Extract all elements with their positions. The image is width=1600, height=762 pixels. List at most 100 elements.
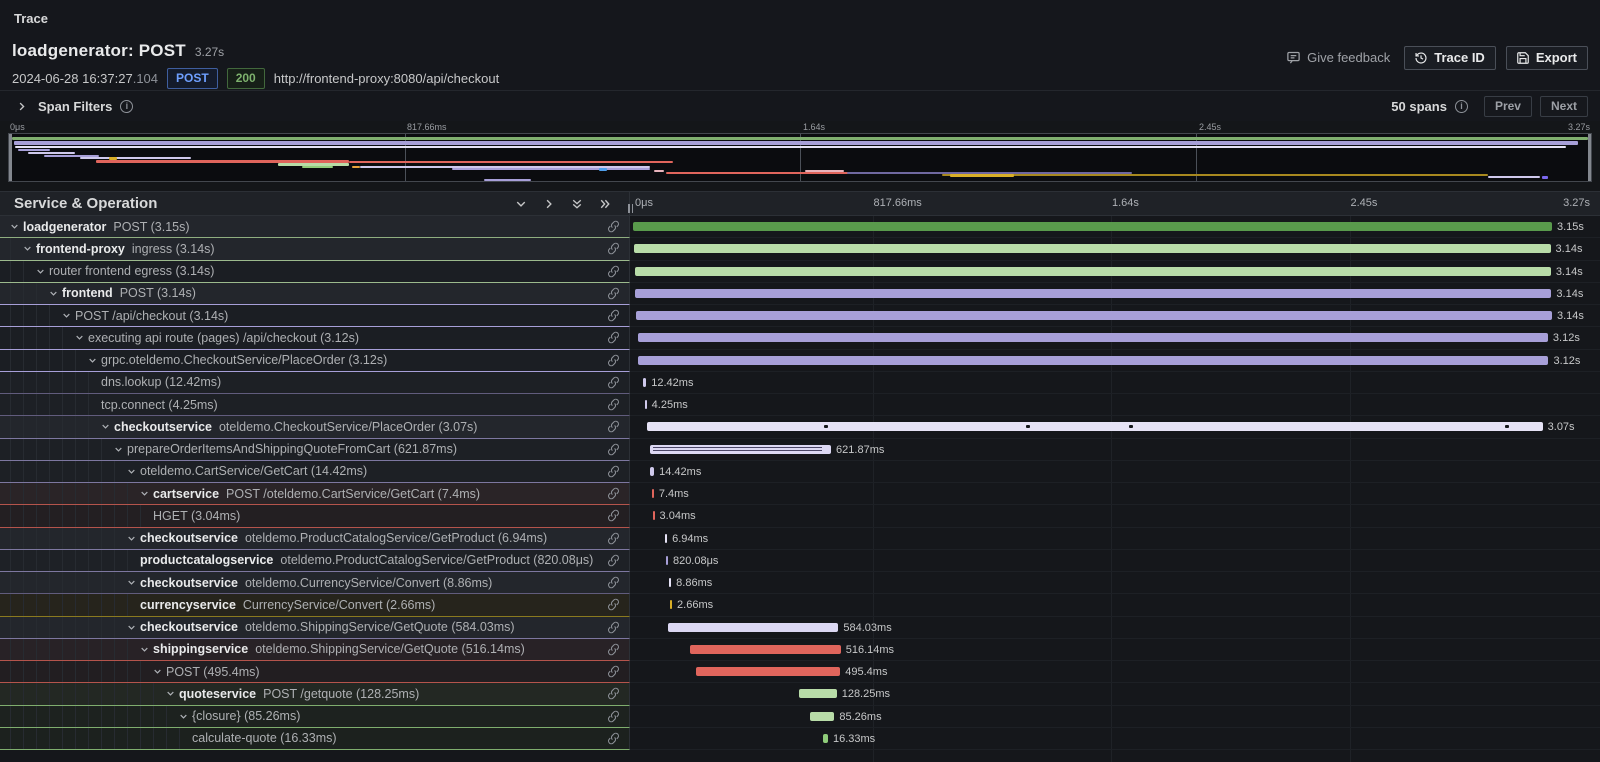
- span-filters-expander chevron-right-icon[interactable]: [16, 101, 27, 112]
- span-link-icon chain-link-icon[interactable]: [607, 309, 620, 327]
- span-bar[interactable]: [636, 311, 1552, 320]
- row-expander chevron-down-icon[interactable]: [88, 356, 101, 365]
- span-link-icon chain-link-icon[interactable]: [607, 465, 620, 483]
- span-row-label[interactable]: checkoutserviceoteldemo.CurrencyService/…: [0, 572, 630, 594]
- span-link-icon chain-link-icon[interactable]: [607, 509, 620, 527]
- span-bar[interactable]: [647, 422, 1543, 431]
- expand-one-icon chevron-right-icon[interactable]: [543, 198, 555, 210]
- span-row-label[interactable]: frontendPOST (3.14s): [0, 283, 630, 305]
- span-bar[interactable]: [635, 267, 1551, 276]
- minimap-drag-handle[interactable]: [9, 134, 12, 181]
- trace-id-button[interactable]: Trace ID: [1404, 46, 1496, 70]
- row-expander chevron-down-icon[interactable]: [10, 222, 23, 231]
- span-link-icon chain-link-icon[interactable]: [607, 443, 620, 461]
- trace-minimap[interactable]: [8, 133, 1592, 182]
- span-row-label[interactable]: cartservicePOST /oteldemo.CartService/Ge…: [0, 483, 630, 505]
- row-expander chevron-down-icon[interactable]: [140, 645, 153, 654]
- span-link-icon chain-link-icon[interactable]: [607, 398, 620, 416]
- span-bar[interactable]: [634, 244, 1550, 253]
- span-bar[interactable]: [668, 623, 838, 632]
- span-link-icon chain-link-icon[interactable]: [607, 420, 620, 438]
- span-bar[interactable]: [645, 400, 647, 409]
- span-row-label[interactable]: currencyserviceCurrencyService/Convert (…: [0, 594, 630, 616]
- span-bar[interactable]: [799, 689, 836, 698]
- row-expander chevron-down-icon[interactable]: [49, 289, 62, 298]
- span-row-label[interactable]: dns.lookup (12.42ms): [0, 372, 630, 394]
- next-span-button[interactable]: Next: [1540, 96, 1588, 117]
- span-link-icon chain-link-icon[interactable]: [607, 532, 620, 550]
- expand-all-icon double-chevron-right-icon[interactable]: [599, 198, 611, 210]
- minimap-drag-handle[interactable]: [1588, 134, 1591, 181]
- span-row-label[interactable]: {closure} (85.26ms): [0, 706, 630, 728]
- span-link-icon chain-link-icon[interactable]: [607, 621, 620, 639]
- span-bar[interactable]: [638, 356, 1548, 365]
- span-link-icon chain-link-icon[interactable]: [607, 598, 620, 616]
- span-bar[interactable]: [635, 289, 1551, 298]
- span-link-icon chain-link-icon[interactable]: [607, 265, 620, 283]
- span-bar[interactable]: [638, 333, 1548, 342]
- span-row-label[interactable]: frontend-proxyingress (3.14s): [0, 238, 630, 260]
- span-link-icon chain-link-icon[interactable]: [607, 710, 620, 728]
- span-link-icon chain-link-icon[interactable]: [607, 331, 620, 349]
- span-row-label[interactable]: checkoutserviceoteldemo.ShippingService/…: [0, 617, 630, 639]
- span-row-label[interactable]: grpc.oteldemo.CheckoutService/PlaceOrder…: [0, 350, 630, 372]
- span-link-icon chain-link-icon[interactable]: [607, 287, 620, 305]
- span-row-label[interactable]: productcatalogserviceoteldemo.ProductCat…: [0, 550, 630, 572]
- span-bar[interactable]: [652, 489, 654, 498]
- span-bar[interactable]: [650, 445, 831, 454]
- column-resize-grip[interactable]: [628, 204, 633, 213]
- span-row-label[interactable]: POST /api/checkout (3.14s): [0, 305, 630, 327]
- span-row-label[interactable]: oteldemo.CartService/GetCart (14.42ms): [0, 461, 630, 483]
- row-expander chevron-down-icon[interactable]: [62, 311, 75, 320]
- span-row-label[interactable]: executing api route (pages) /api/checkou…: [0, 327, 630, 349]
- span-row-label[interactable]: loadgeneratorPOST (3.15s): [0, 216, 630, 238]
- info-icon[interactable]: i: [120, 100, 133, 113]
- collapse-all-icon double-chevron-down-icon[interactable]: [571, 198, 583, 210]
- row-expander chevron-down-icon[interactable]: [153, 667, 166, 676]
- span-link-icon chain-link-icon[interactable]: [607, 665, 620, 683]
- row-expander chevron-down-icon[interactable]: [127, 534, 140, 543]
- span-row-label[interactable]: checkoutserviceoteldemo.CheckoutService/…: [0, 416, 630, 438]
- span-bar[interactable]: [670, 600, 672, 609]
- row-expander chevron-down-icon[interactable]: [101, 422, 114, 431]
- row-expander chevron-down-icon[interactable]: [36, 267, 49, 276]
- span-row-label[interactable]: calculate-quote (16.33ms): [0, 728, 630, 750]
- row-expander chevron-down-icon[interactable]: [166, 689, 179, 698]
- span-row-label[interactable]: router frontend egress (3.14s): [0, 261, 630, 283]
- collapse-one-icon chevron-down-icon[interactable]: [515, 198, 527, 210]
- row-expander chevron-down-icon[interactable]: [23, 244, 36, 253]
- span-bar[interactable]: [653, 511, 655, 520]
- row-expander chevron-down-icon[interactable]: [179, 712, 192, 721]
- row-expander chevron-down-icon[interactable]: [127, 467, 140, 476]
- span-bar[interactable]: [650, 467, 654, 476]
- span-bar[interactable]: [633, 222, 1552, 231]
- prev-span-button[interactable]: Prev: [1484, 96, 1532, 117]
- span-link-icon chain-link-icon[interactable]: [607, 487, 620, 505]
- span-row-label[interactable]: HGET (3.04ms): [0, 505, 630, 527]
- span-link-icon chain-link-icon[interactable]: [607, 242, 620, 260]
- span-row-label[interactable]: tcp.connect (4.25ms): [0, 394, 630, 416]
- row-expander chevron-down-icon[interactable]: [127, 578, 140, 587]
- span-link-icon chain-link-icon[interactable]: [607, 554, 620, 572]
- row-expander chevron-down-icon[interactable]: [114, 445, 127, 454]
- span-link-icon chain-link-icon[interactable]: [607, 576, 620, 594]
- span-row-label[interactable]: POST (495.4ms): [0, 661, 630, 683]
- span-bar[interactable]: [665, 534, 667, 543]
- span-bar[interactable]: [643, 378, 647, 387]
- span-row-label[interactable]: prepareOrderItemsAndShippingQuoteFromCar…: [0, 439, 630, 461]
- span-link-icon chain-link-icon[interactable]: [607, 687, 620, 705]
- span-link-icon chain-link-icon[interactable]: [607, 643, 620, 661]
- give-feedback-link[interactable]: Give feedback: [1286, 46, 1390, 65]
- span-count-info-icon[interactable]: i: [1455, 100, 1468, 113]
- span-bar[interactable]: [690, 645, 841, 654]
- span-row-label[interactable]: checkoutserviceoteldemo.ProductCatalogSe…: [0, 528, 630, 550]
- span-bar[interactable]: [696, 667, 841, 676]
- span-link-icon chain-link-icon[interactable]: [607, 354, 620, 372]
- row-expander chevron-down-icon[interactable]: [127, 623, 140, 632]
- export-button[interactable]: Export: [1506, 46, 1588, 70]
- span-row-label[interactable]: quoteservicePOST /getquote (128.25ms): [0, 683, 630, 705]
- span-bar[interactable]: [823, 734, 828, 743]
- span-link-icon chain-link-icon[interactable]: [607, 376, 620, 394]
- span-link-icon chain-link-icon[interactable]: [607, 220, 620, 238]
- row-expander chevron-down-icon[interactable]: [75, 333, 88, 342]
